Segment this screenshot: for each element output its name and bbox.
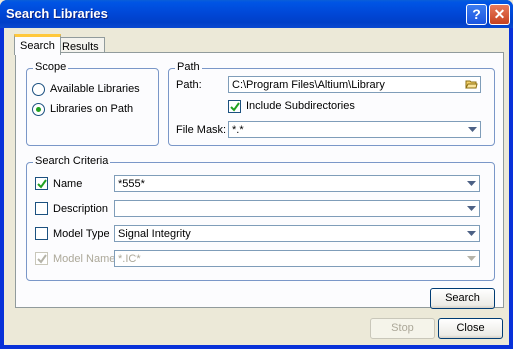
search-button[interactable]: Search [430, 288, 495, 309]
model-name-dropdown: *.IC* [114, 250, 480, 267]
checkmark-icon [37, 179, 47, 189]
dropdown-arrow-icon[interactable] [466, 123, 479, 136]
name-value: *555* [118, 178, 145, 190]
help-button[interactable]: ? [466, 4, 487, 25]
path-input-value: C:\Program Files\Altium\Library [232, 79, 385, 91]
model-type-value: Signal Integrity [118, 228, 191, 240]
dialog-client: Search Results Scope Available Libraries… [4, 28, 509, 345]
path-group: Path Path: C:\Program Files\Altium\Libra… [168, 61, 495, 146]
model-name-checkbox [35, 252, 48, 265]
libraries-on-path-label[interactable]: Libraries on Path [50, 103, 133, 115]
checkmark-icon [37, 254, 47, 264]
file-mask-label: File Mask: [176, 124, 227, 136]
model-name-value: *.IC* [118, 253, 141, 265]
description-checkbox[interactable] [35, 202, 48, 215]
available-libraries-radio[interactable] [32, 83, 45, 96]
tab-search-label: Search [20, 40, 55, 52]
close-button[interactable]: Close [438, 318, 503, 339]
scope-legend: Scope [33, 61, 69, 73]
name-label[interactable]: Name [53, 178, 82, 190]
search-criteria-group: Search Criteria Name *555* Description M… [26, 155, 495, 281]
model-name-label: Model Name [53, 253, 116, 265]
tab-search[interactable]: Search [14, 34, 61, 55]
folder-icon[interactable] [465, 78, 478, 92]
title-bar[interactable]: Search Libraries ? ✕ [0, 0, 513, 28]
libraries-on-path-radio[interactable] [32, 103, 45, 116]
window-title: Search Libraries [6, 6, 108, 21]
available-libraries-label[interactable]: Available Libraries [50, 83, 140, 95]
dropdown-arrow-icon[interactable] [465, 177, 478, 190]
dialog-window: Search Libraries ? ✕ Search Results Scop… [0, 0, 513, 349]
close-window-button[interactable]: ✕ [489, 4, 510, 25]
dropdown-arrow-icon [465, 252, 478, 265]
description-label[interactable]: Description [53, 203, 108, 215]
path-input[interactable]: C:\Program Files\Altium\Library [228, 76, 481, 93]
description-dropdown[interactable] [114, 200, 480, 217]
include-subdirectories-checkbox[interactable] [228, 100, 241, 113]
stop-button: Stop [370, 318, 435, 339]
model-type-checkbox[interactable] [35, 227, 48, 240]
path-label: Path: [176, 79, 202, 91]
file-mask-dropdown[interactable]: *.* [228, 121, 481, 138]
search-tab-panel: Scope Available Libraries Libraries on P… [15, 52, 504, 308]
model-type-dropdown[interactable]: Signal Integrity [114, 225, 480, 242]
search-criteria-legend: Search Criteria [33, 155, 111, 167]
name-dropdown[interactable]: *555* [114, 175, 480, 192]
include-subdirectories-label[interactable]: Include Subdirectories [246, 100, 355, 112]
radio-selected-dot [36, 107, 41, 112]
dropdown-arrow-icon[interactable] [465, 227, 478, 240]
model-type-label[interactable]: Model Type [53, 228, 110, 240]
checkmark-icon [230, 102, 240, 112]
file-mask-value: *.* [232, 124, 244, 136]
dropdown-arrow-icon[interactable] [465, 202, 478, 215]
name-checkbox[interactable] [35, 177, 48, 190]
scope-group: Scope Available Libraries Libraries on P… [26, 61, 159, 146]
path-legend: Path [175, 61, 202, 73]
